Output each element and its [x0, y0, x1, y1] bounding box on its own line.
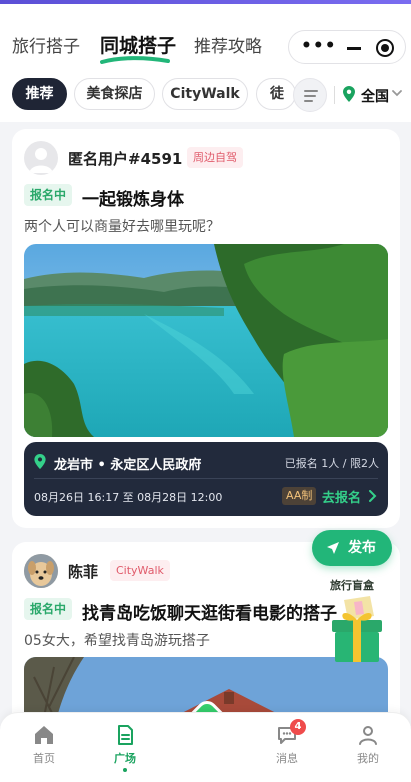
activity-info-panel: 龙岩市 • 永定区人民政府 已报名 1人 / 限2人 08月26日 16:17 … [24, 442, 388, 516]
tab-travel-partner[interactable]: 旅行搭子 [12, 32, 80, 57]
tab-messages[interactable]: 4 消息 [257, 719, 317, 766]
username[interactable]: 陈菲 [68, 561, 98, 582]
location-pin-icon [343, 86, 355, 102]
tab-label: 首页 [33, 752, 55, 765]
tab-local-partner[interactable]: 同城搭子 [100, 31, 176, 58]
ellipsis-icon[interactable]: ••• [301, 38, 336, 57]
chip-food[interactable]: 美食探店 [74, 78, 155, 110]
category-tag: 周边自驾 [187, 147, 243, 168]
chip-citywalk[interactable]: CityWalk [162, 78, 248, 110]
default-avatar-icon [29, 148, 53, 173]
minimize-icon[interactable] [347, 47, 361, 50]
tab-square[interactable]: 广场 [95, 723, 155, 772]
publish-label: 发布 [348, 540, 376, 556]
tab-label: 我的 [357, 752, 379, 765]
home-icon [35, 726, 53, 744]
chevron-right-icon[interactable] [368, 490, 378, 502]
user-icon [359, 726, 377, 745]
divider [34, 478, 378, 479]
username[interactable]: 匿名用户#4591 [68, 148, 182, 169]
chip-recommend[interactable]: 推荐 [12, 78, 67, 110]
tab-label: 广场 [114, 752, 136, 765]
city-selector[interactable]: 全国 [361, 86, 389, 106]
avatar[interactable] [24, 554, 58, 588]
status-badge: 报名中 [24, 184, 73, 206]
post-description: 05女大，希望找青岛游玩搭子 [24, 633, 210, 649]
post-photo-lake[interactable] [24, 244, 388, 437]
tab-home[interactable]: 首页 [14, 723, 74, 766]
blindbox-label[interactable]: 旅行盲盒 [330, 577, 374, 593]
document-icon [118, 725, 133, 745]
activity-location[interactable]: 龙岩市 • 永定区人民政府 [54, 454, 201, 473]
tab-profile[interactable]: 我的 [338, 723, 398, 766]
category-filter-bar: 推荐 美食探店 CityWalk 徒 全国 [0, 66, 411, 122]
chip-hiking[interactable]: 徒 [256, 78, 296, 110]
send-icon [327, 542, 339, 554]
payment-tag: AA制 [282, 487, 317, 505]
signup-count: 已报名 1人 / 限2人 [284, 457, 379, 470]
activity-time: 08月26日 16:17 至 08月28日 12:00 [34, 491, 223, 504]
post-description: 两个人可以商量好去哪里玩呢？ [24, 219, 220, 235]
post-title: 一起锻炼身体 [82, 190, 184, 210]
post-card[interactable]: 匿名用户#4591 周边自驾 报名中 一起锻炼身体 两个人可以商量好去哪里玩呢？ [12, 129, 400, 528]
active-tab-underline [100, 56, 170, 64]
signup-button[interactable]: 去报名 [322, 487, 361, 506]
filter-menu-icon[interactable] [293, 78, 327, 112]
active-indicator [123, 768, 127, 772]
status-badge: 报名中 [24, 598, 73, 620]
category-tag: CityWalk [110, 560, 170, 581]
gift-box-icon[interactable] [326, 592, 388, 664]
tab-label: 消息 [276, 752, 298, 765]
miniprogram-capsule: ••• [288, 30, 406, 64]
avatar[interactable] [24, 141, 58, 175]
dog-avatar-icon [24, 554, 58, 588]
record-icon[interactable] [376, 39, 394, 57]
tab-recommended-guides[interactable]: 推荐攻略 [194, 32, 262, 57]
post-title: 找青岛吃饭聊天逛街看电影的搭子 [82, 604, 337, 624]
location-pin-icon [34, 454, 46, 469]
publish-button[interactable]: 发布 [312, 530, 392, 566]
chevron-down-icon[interactable] [392, 88, 402, 98]
bottom-tab-bar: 首页 广场 4 消息 我的 [0, 712, 411, 782]
unread-badge: 4 [290, 719, 306, 735]
header: 旅行搭子 同城搭子 推荐攻略 ••• [0, 4, 411, 66]
divider [334, 86, 335, 104]
